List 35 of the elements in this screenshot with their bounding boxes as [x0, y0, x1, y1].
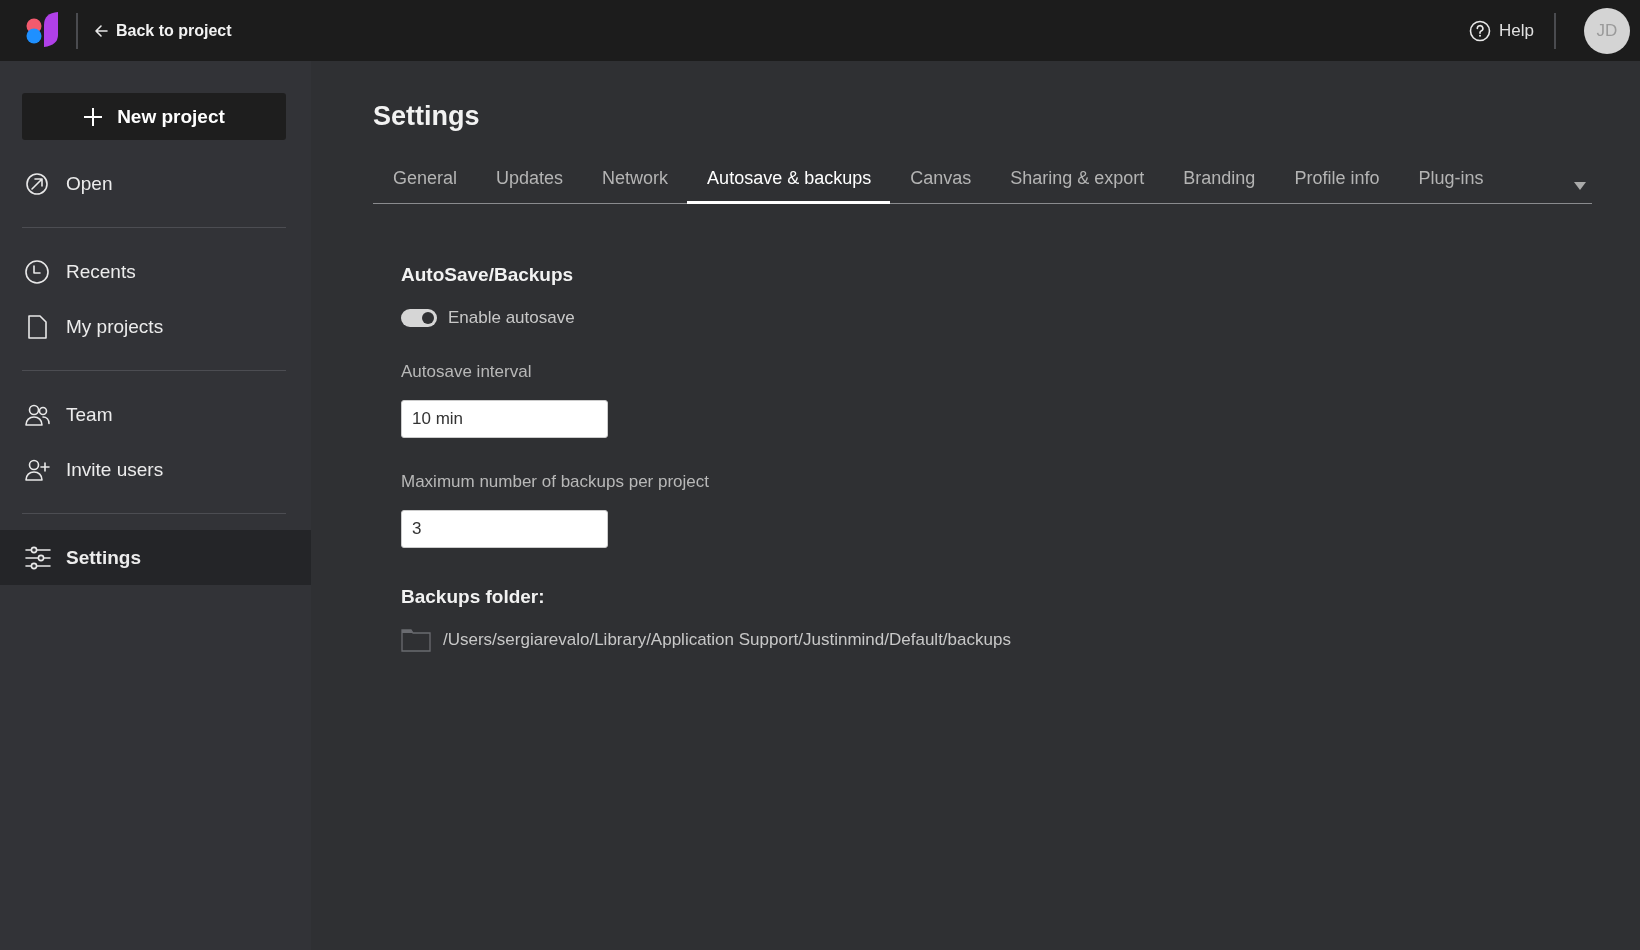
tab[interactable]: Canvas: [890, 168, 991, 204]
toggle-label: Enable autosave: [448, 308, 575, 328]
tab[interactable]: Updates: [476, 168, 583, 204]
folder-icon: [401, 628, 431, 652]
tab[interactable]: Sharing & export: [990, 168, 1164, 204]
help-icon: [1469, 19, 1492, 42]
sidebar-item[interactable]: Open: [0, 156, 311, 211]
tab[interactable]: General: [373, 168, 477, 204]
page-title: Settings: [373, 101, 481, 132]
sidebar-item[interactable]: Settings: [0, 530, 311, 585]
back-link[interactable]: Back to project: [94, 21, 232, 40]
section-heading: AutoSave/Backups: [401, 264, 574, 286]
help-link[interactable]: Help: [1469, 19, 1534, 42]
tab[interactable]: Plug-ins: [1398, 168, 1503, 204]
folder-heading: Backups folder:: [401, 586, 545, 608]
input-field[interactable]: 10 min: [401, 400, 608, 438]
arrow-left-icon: [94, 23, 108, 38]
sidebar-item[interactable]: My projects: [0, 299, 311, 354]
tab[interactable]: Network: [582, 168, 688, 204]
tab[interactable]: Branding: [1163, 168, 1275, 204]
dropdown-caret-icon[interactable]: [1574, 181, 1586, 190]
sidebar-item[interactable]: Recents: [0, 244, 311, 299]
folder-path: /Users/sergiarevalo/Library/Application Support/Justinmind/Default/backups: [443, 630, 1011, 650]
clock-icon: [24, 258, 52, 285]
sidebar-item[interactable]: Team: [0, 387, 311, 442]
sliders-icon: [24, 544, 52, 571]
field-label: Autosave interval: [401, 362, 532, 382]
new-project-button[interactable]: New project: [22, 93, 286, 140]
field-label: Maximum number of backups per project: [401, 472, 710, 492]
sidebar-item[interactable]: Invite users: [0, 442, 311, 497]
tab[interactable]: Autosave & backups: [687, 168, 891, 204]
plus-icon: [83, 106, 104, 127]
tab[interactable]: Profile info: [1274, 168, 1399, 204]
input-field[interactable]: 3: [401, 510, 608, 548]
toggle-switch[interactable]: [401, 309, 437, 327]
